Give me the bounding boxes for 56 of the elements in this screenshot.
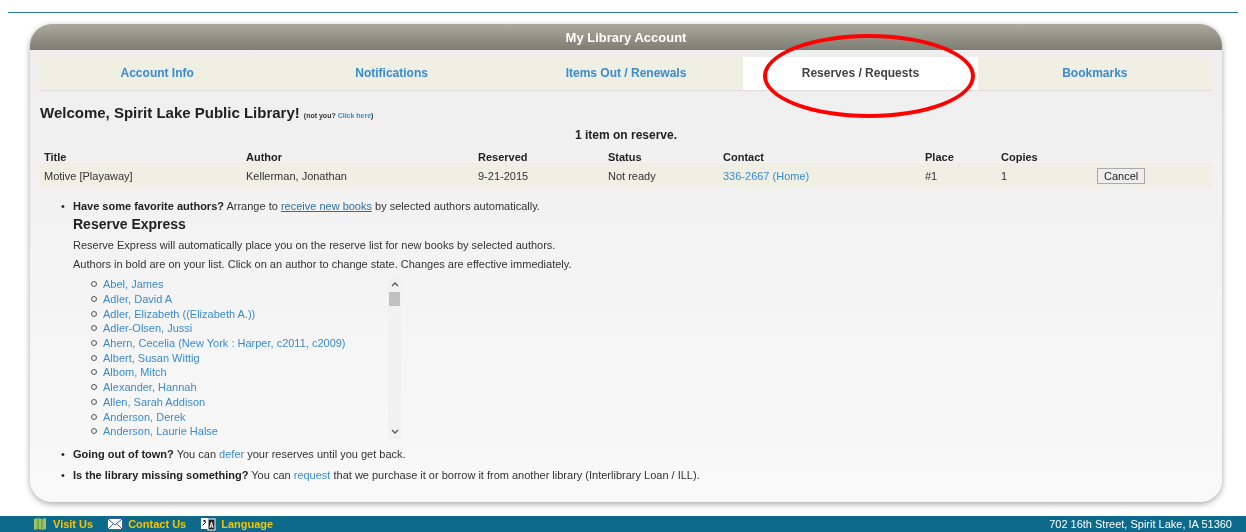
scrollbar-thumb[interactable] [389, 292, 400, 306]
address-text: 702 16th Street, Spirit Lake, IA 51360 [1049, 518, 1232, 530]
author-link[interactable]: Abel, James [103, 278, 164, 291]
column-header: Contact [723, 151, 765, 163]
footer-link[interactable]: Contact Us [128, 518, 187, 530]
inline-link[interactable]: request [293, 469, 331, 481]
author-link[interactable]: Alexander, Hannah [103, 381, 197, 394]
author-link[interactable]: Allen, Sarah Addison [103, 395, 206, 408]
tab[interactable]: Reserves / Requests [743, 57, 978, 90]
tab[interactable]: Account Info [40, 57, 275, 90]
inline-link[interactable]: defer [219, 448, 245, 460]
panel-title: My Library Account [565, 29, 687, 45]
mail-icon [107, 517, 124, 531]
column-header: Title [44, 151, 68, 163]
tab[interactable]: Bookmarks [977, 57, 1213, 90]
bullet: • [61, 448, 66, 460]
description-text: Authors in bold are on your list. Click on an author to change state. Changes are effective immediately. [73, 258, 573, 270]
tip-text: Is the library missing something? You can request that we purchase it or borrow it from another library (Interlibrary Loan / ILL). [73, 469, 701, 481]
author-link[interactable]: Albom, Mitch [103, 366, 167, 379]
table-cell-text: #1 [925, 169, 939, 182]
column-header: Reserved [478, 151, 529, 163]
tip-text: Have some favorite authors? Arrange to receive new books by selected authors automatically. [73, 200, 541, 212]
contact-link[interactable]: 336-2667 (Home) [723, 169, 810, 182]
author-link[interactable]: Adler, David A [103, 293, 173, 306]
table-cell-text: Motive [Playaway] [44, 169, 134, 182]
inline-link[interactable]: receive new books [280, 200, 372, 212]
author-link[interactable]: Adler-Olsen, Jussi [103, 322, 193, 335]
table-cell-text: 9-21-2015 [478, 169, 530, 182]
tab[interactable]: Items Out / Renewals [508, 57, 744, 90]
reserve-summary: 1 item on reserve. [573, 128, 679, 142]
welcome-heading: Welcome, Spirit Lake Public Library! [40, 104, 300, 121]
column-header: Copies [1001, 151, 1039, 163]
footer-link[interactable]: Visit Us [53, 518, 94, 530]
section-heading: Reserve Express [73, 216, 187, 232]
footer-link[interactable]: Language [221, 518, 274, 530]
bullet: • [61, 200, 66, 214]
chevron-up-icon[interactable] [390, 282, 399, 287]
author-link[interactable]: Adler, Elizabeth ((Elizabeth A.)) [103, 307, 256, 320]
description-text: Reserve Express will automatically place you on the reserve list for new books by selected authors. [73, 239, 557, 251]
column-header: Author [246, 151, 284, 163]
chevron-down-icon[interactable] [390, 429, 399, 434]
table-cell-text: Kellerman, Jonathan [246, 169, 348, 182]
author-link[interactable]: Ahern, Cecelia (New York : Harper, c2011, c2009) [103, 337, 346, 350]
author-link[interactable]: Anderson, Laurie Halse [103, 425, 218, 438]
column-header: Place [925, 151, 955, 163]
cancel-button[interactable]: Cancel [1097, 167, 1146, 184]
tip-text: Going out of town? You can defer your reserves until you get back. [73, 448, 407, 460]
bullet: • [61, 469, 66, 481]
author-link[interactable]: Anderson, Derek [103, 410, 186, 423]
table-cell-text: Not ready [608, 169, 657, 182]
author-link[interactable]: Albert, Susan Wittig [103, 351, 200, 364]
column-header: Status [608, 151, 643, 163]
language-icon [200, 517, 217, 531]
tab[interactable]: Notifications [274, 57, 509, 90]
map-icon [32, 517, 48, 531]
table-cell-text: 1 [1001, 169, 1009, 182]
